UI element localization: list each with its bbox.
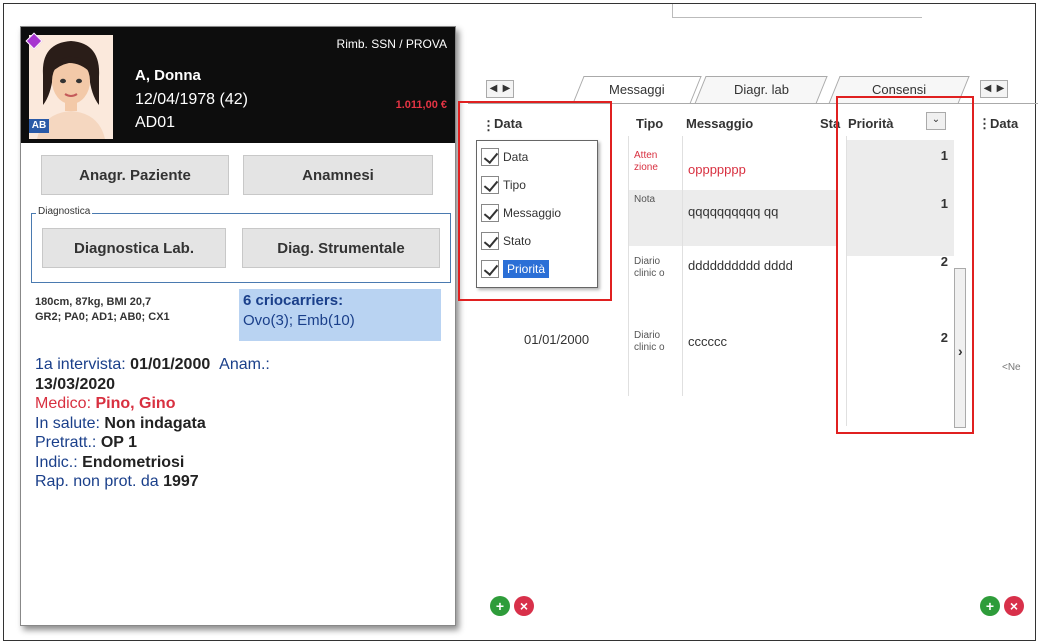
medico-label: Medico:: [35, 395, 92, 412]
first-interview-label: 1a intervista:: [35, 356, 126, 373]
anamnesi-button[interactable]: Anamnesi: [243, 155, 433, 195]
arrow-left-icon[interactable]: ◀: [981, 81, 994, 97]
patient-header: AB Rimb. SSN / PROVA A, Donna 12/04/1978…: [21, 27, 455, 143]
patient-balance: 1.011,00 €: [395, 99, 447, 111]
col-header-tipo[interactable]: Tipo: [636, 116, 663, 131]
indic-label: Indic.:: [35, 453, 78, 471]
row1-tipo: Atten zione: [634, 150, 658, 173]
row2-tipo: Nota: [634, 194, 656, 205]
anam-value: 13/03/2020: [35, 375, 116, 393]
salute-value: Non indagata: [104, 414, 206, 432]
patient-card: AB Rimb. SSN / PROVA A, Donna 12/04/1978…: [20, 26, 456, 626]
grid-line: [628, 136, 629, 396]
remove-icon[interactable]: ×: [1004, 596, 1024, 616]
arrow-right-icon[interactable]: ▶: [500, 81, 513, 97]
criocarriers-detail: Ovo(3); Emb(10): [243, 312, 355, 329]
diagnostica-legend: Diagnostica: [36, 206, 93, 217]
arrow-right-icon[interactable]: ▶: [994, 81, 1007, 97]
remove-icon[interactable]: ×: [514, 596, 534, 616]
row4-tipo: Diario clinic o: [634, 330, 665, 353]
patient-measures: 180cm, 87kg, BMI 20,7 GR2; PA0; AD1; AB0…: [35, 295, 170, 325]
row4-messaggio: cccccc: [688, 334, 727, 349]
medico-value[interactable]: Pino, Gino: [95, 395, 175, 412]
tabs-nav-left[interactable]: ◀ ▶: [486, 80, 514, 98]
top-strip: [672, 4, 922, 18]
first-interview-value: 01/01/2000: [130, 356, 211, 373]
pretratt-label: Pretratt.:: [35, 434, 97, 451]
rap-label: Rap. non prot. da: [35, 473, 159, 490]
measures-line-1: 180cm, 87kg, BMI 20,7: [35, 296, 152, 308]
row3-tipo: Diario clinic o: [634, 256, 665, 279]
salute-label: In salute:: [35, 414, 100, 432]
add-icon[interactable]: +: [490, 596, 510, 616]
side-placeholder-text: <Ne: [1002, 362, 1021, 373]
highlight-box-priorita: [836, 96, 974, 434]
row1-messaggio: oppppppp: [688, 162, 746, 177]
arrow-left-icon[interactable]: ◀: [487, 81, 500, 97]
row2-messaggio: qqqqqqqqqq qq: [688, 204, 779, 219]
measures-line-2: GR2; PA0; AD1; AB0; CX1: [35, 311, 170, 323]
highlight-box-menu: [458, 101, 612, 301]
tab-diagr-lab[interactable]: Diagr. lab: [694, 76, 828, 104]
col-header-data-2[interactable]: Data: [990, 116, 1018, 131]
anagrafica-button[interactable]: Anagr. Paziente: [41, 155, 229, 195]
anam-label: Anam.:: [219, 356, 270, 373]
patient-name: A, Donna: [135, 67, 201, 84]
table-row[interactable]: [628, 316, 838, 396]
patient-code: AD01: [135, 114, 176, 131]
tabs-nav-right[interactable]: ◀ ▶: [980, 80, 1008, 98]
rap-value: 1997: [163, 473, 199, 490]
row4-data: 01/01/2000: [524, 332, 590, 347]
grid-line: [682, 136, 683, 396]
blood-group-badge: AB: [29, 119, 49, 133]
criocarriers-panel[interactable]: 6 criocarriers: Ovo(3); Emb(10): [239, 289, 441, 341]
diagnostica-group: Diagnostica Diagnostica Lab. Diag. Strum…: [31, 206, 451, 283]
patient-info: 1a intervista: 01/01/2000 Anam.: 13/03/2…: [35, 355, 270, 492]
tab-messaggi[interactable]: Messaggi: [572, 76, 702, 104]
col-header-messaggio[interactable]: Messaggio: [686, 116, 753, 131]
patient-dob-age: 12/04/1978 (42): [135, 91, 248, 108]
pretratt-value: OP 1: [100, 434, 137, 451]
regime-label: Rimb. SSN / PROVA: [336, 37, 447, 51]
row3-messaggio: dddddddddd dddd: [688, 258, 793, 273]
diagnostica-lab-button[interactable]: Diagnostica Lab.: [42, 228, 226, 268]
criocarriers-title: 6 criocarriers:: [243, 292, 344, 309]
diag-strumentale-button[interactable]: Diag. Strumentale: [242, 228, 440, 268]
add-icon[interactable]: +: [980, 596, 1000, 616]
indic-value: Endometriosi: [82, 453, 185, 471]
